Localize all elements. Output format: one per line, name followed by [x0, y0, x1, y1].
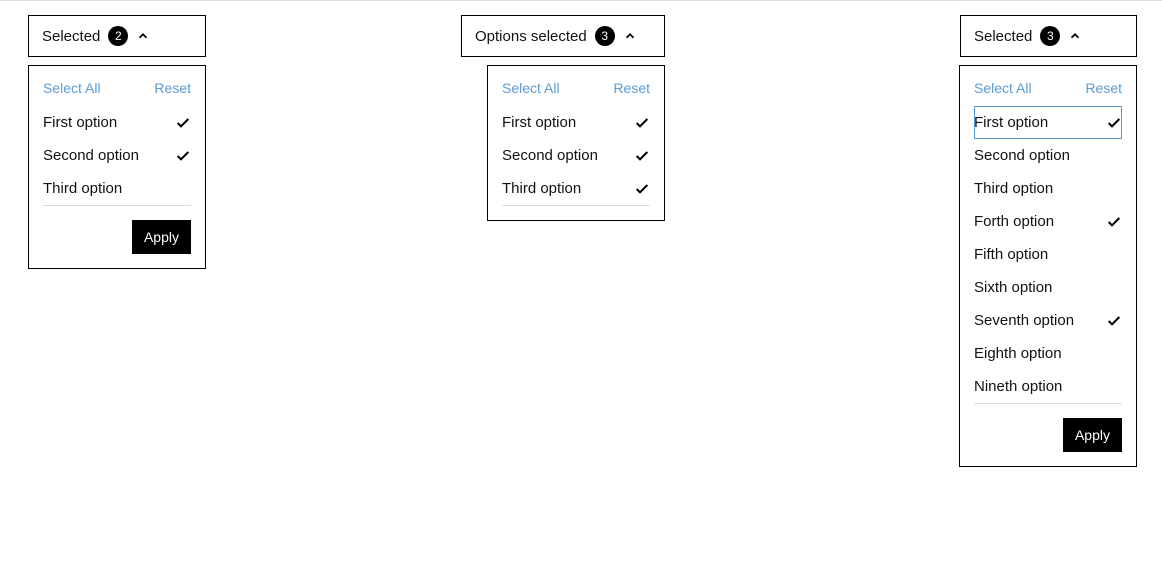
- option-item[interactable]: Forth option: [974, 205, 1122, 238]
- check-icon: [175, 115, 191, 131]
- option-item[interactable]: Second option: [502, 139, 650, 172]
- select-all-link[interactable]: Select All: [974, 80, 1032, 96]
- dropdown-3-panel: Select All Reset First option Second opti…: [959, 65, 1137, 467]
- option-label: Nineth option: [974, 378, 1062, 395]
- option-label: First option: [43, 114, 117, 131]
- option-item[interactable]: Third option: [502, 172, 650, 205]
- option-label: Third option: [974, 180, 1053, 197]
- option-item[interactable]: Eighth option: [974, 337, 1122, 370]
- chevron-up-icon: [1068, 29, 1082, 43]
- chevron-up-icon: [136, 29, 150, 43]
- dropdown-1: Selected 2 Select All Reset First option…: [28, 15, 206, 269]
- option-label: Second option: [43, 147, 139, 164]
- option-label: First option: [502, 114, 576, 131]
- dropdown-2: Options selected 3 Select All Reset Firs…: [461, 15, 665, 221]
- dropdown-1-panel: Select All Reset First option Second opti…: [28, 65, 206, 269]
- option-item[interactable]: First option: [43, 106, 191, 139]
- reset-link[interactable]: Reset: [154, 80, 191, 96]
- dropdown-2-options: First option Second option Third option: [502, 106, 650, 206]
- option-item[interactable]: Nineth option: [974, 370, 1122, 403]
- option-item[interactable]: First option: [974, 106, 1122, 139]
- option-label: Seventh option: [974, 312, 1074, 329]
- dropdown-1-footer: Apply: [43, 220, 191, 254]
- reset-link[interactable]: Reset: [1085, 80, 1122, 96]
- option-label: Third option: [502, 180, 581, 197]
- dropdown-1-toggle[interactable]: Selected 2: [28, 15, 206, 57]
- check-icon: [634, 181, 650, 197]
- option-item[interactable]: First option: [502, 106, 650, 139]
- dropdown-1-actions: Select All Reset: [43, 80, 191, 96]
- dropdown-2-panel: Select All Reset First option Second opti…: [487, 65, 665, 221]
- dropdown-2-label: Options selected: [475, 28, 587, 45]
- dropdown-1-options: First option Second option Third option: [43, 106, 191, 206]
- option-item[interactable]: Second option: [974, 139, 1122, 172]
- check-icon: [634, 115, 650, 131]
- check-icon: [175, 148, 191, 164]
- option-item[interactable]: Third option: [43, 172, 191, 205]
- apply-button[interactable]: Apply: [1063, 418, 1122, 452]
- chevron-up-icon: [623, 29, 637, 43]
- dropdown-1-label: Selected: [42, 28, 100, 45]
- option-label: Forth option: [974, 213, 1054, 230]
- dropdown-3-options: First option Second option Third option For…: [974, 106, 1122, 404]
- option-label: Third option: [43, 180, 122, 197]
- dropdown-2-toggle[interactable]: Options selected 3: [461, 15, 665, 57]
- dropdown-3-toggle[interactable]: Selected 3: [960, 15, 1137, 57]
- option-item[interactable]: Sixth option: [974, 271, 1122, 304]
- check-icon: [634, 148, 650, 164]
- apply-button[interactable]: Apply: [132, 220, 191, 254]
- option-label: Sixth option: [974, 279, 1052, 296]
- dropdown-2-actions: Select All Reset: [502, 80, 650, 96]
- option-label: Second option: [974, 147, 1070, 164]
- option-item[interactable]: Seventh option: [974, 304, 1122, 337]
- reset-link[interactable]: Reset: [613, 80, 650, 96]
- dropdown-3-label: Selected: [974, 28, 1032, 45]
- select-all-link[interactable]: Select All: [43, 80, 101, 96]
- check-icon: [1106, 313, 1122, 329]
- dropdown-3-footer: Apply: [974, 418, 1122, 452]
- dropdown-3-count-badge: 3: [1040, 26, 1060, 46]
- dropdown-2-count-badge: 3: [595, 26, 615, 46]
- option-item[interactable]: Third option: [974, 172, 1122, 205]
- option-label: Fifth option: [974, 246, 1048, 263]
- option-item[interactable]: Second option: [43, 139, 191, 172]
- dropdown-1-count-badge: 2: [108, 26, 128, 46]
- check-icon: [1106, 115, 1122, 131]
- option-item[interactable]: Fifth option: [974, 238, 1122, 271]
- option-label: Eighth option: [974, 345, 1062, 362]
- dropdown-3-actions: Select All Reset: [974, 80, 1122, 96]
- dropdown-3: Selected 3 Select All Reset First option…: [960, 15, 1137, 467]
- select-all-link[interactable]: Select All: [502, 80, 560, 96]
- option-label: Second option: [502, 147, 598, 164]
- check-icon: [1106, 214, 1122, 230]
- option-label: First option: [974, 114, 1048, 131]
